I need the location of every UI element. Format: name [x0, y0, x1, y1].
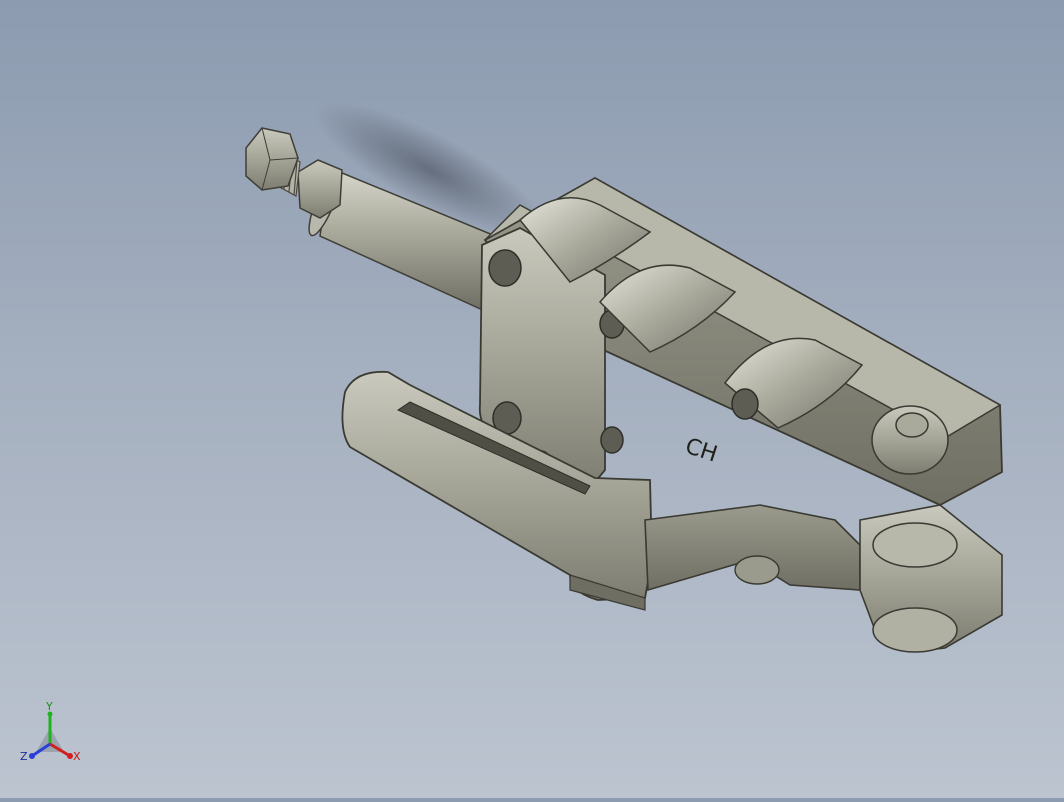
x-axis-label: X: [73, 750, 81, 763]
orientation-triad[interactable]: Y X Z: [16, 700, 88, 772]
3d-viewport[interactable]: CH Y X Z: [0, 0, 1064, 798]
clamp-model[interactable]: CH: [0, 0, 1064, 798]
z-axis-label: Z: [20, 750, 28, 763]
engraving-text: CH: [682, 434, 720, 468]
clamp-body[interactable]: CH: [478, 176, 1003, 507]
y-axis-label: Y: [45, 700, 53, 713]
